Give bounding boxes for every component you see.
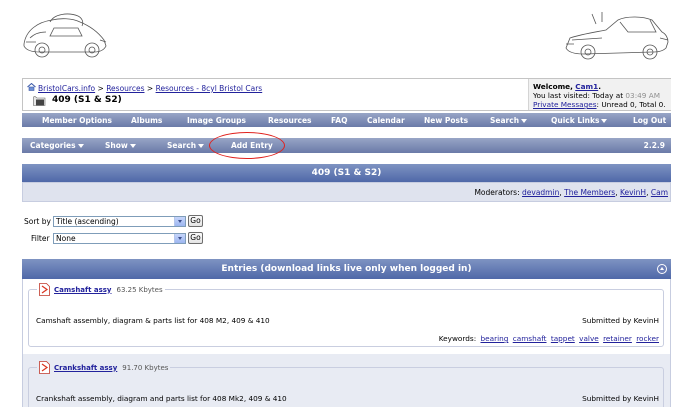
bristol-car-logo-right <box>565 12 669 60</box>
breadcrumb-panel: BristolCars.info > Resources > Resources… <box>22 78 671 111</box>
entry-description: Crankshaft assembly, diagram and parts l… <box>36 394 287 403</box>
subnav-categories-label: Categories <box>30 141 76 150</box>
moderator-link[interactable]: Cam <box>651 188 668 197</box>
private-messages-link[interactable]: Private Messages <box>533 100 597 109</box>
entry-item: Crankshaft assy 91.70 Kbytes Crankshaft … <box>23 354 670 407</box>
keyword-link[interactable]: bearing <box>481 334 509 343</box>
bristol-car-logo-left <box>23 13 107 58</box>
keyword-link[interactable]: retainer <box>603 334 632 343</box>
entry-keywords: Keywords: bearing camshaft tappet valve … <box>439 334 659 343</box>
keyword-link[interactable]: tappet <box>551 334 575 343</box>
resource-subnav: Categories Show Search Add Entry 2.2.9 <box>22 138 671 153</box>
nav-quick-links-label: Quick Links <box>551 116 600 125</box>
filter-label: Filter <box>31 234 50 243</box>
add-entry-button[interactable]: Add Entry <box>231 141 273 150</box>
nav-albums[interactable]: Albums <box>131 116 162 125</box>
moderators-label: Moderators: <box>474 188 520 197</box>
version-label: 2.2.9 <box>643 141 665 150</box>
entry-name-link[interactable]: Crankshaft assy <box>54 364 117 372</box>
subnav-search-label: Search <box>167 141 197 150</box>
keywords-label: Keywords: <box>438 334 477 343</box>
sort-go-button[interactable]: Go <box>188 215 203 227</box>
keyword-link[interactable]: camshaft <box>513 334 547 343</box>
pdf-file-icon <box>39 361 50 374</box>
filter-select-value: None <box>56 234 76 243</box>
breadcrumb-link-resources[interactable]: Resources <box>106 84 144 93</box>
page-title: 409 (S1 & S2) <box>52 95 122 105</box>
entry-box: Camshaft assy 63.25 Kbytes Camshaft asse… <box>28 283 664 347</box>
folder-icon <box>33 96 46 106</box>
chevron-down-icon <box>198 144 205 148</box>
filter-select[interactable]: None <box>53 233 186 244</box>
entry-description: Camshaft assembly, diagram & parts list … <box>36 316 270 325</box>
entry-legend: Camshaft assy 63.25 Kbytes <box>37 283 165 296</box>
entry-submitted-by: Submitted by KevinH <box>582 394 659 403</box>
entry-size: 63.25 Kbytes <box>116 285 163 294</box>
keyword-link[interactable]: valve <box>579 334 599 343</box>
pm-status: : Unread 0, Total 0. <box>596 100 666 109</box>
breadcrumb: BristolCars.info > Resources > Resources… <box>38 84 262 93</box>
pdf-file-icon <box>39 283 50 296</box>
moderators-bar: Moderators: devadmin, The Members, Kevin… <box>22 182 671 202</box>
breadcrumb-separator: > <box>146 84 154 93</box>
breadcrumb-link-home[interactable]: BristolCars.info <box>38 84 95 93</box>
nav-image-groups[interactable]: Image Groups <box>187 116 246 125</box>
last-visited-time: 03:49 AM <box>625 91 661 100</box>
nav-faq[interactable]: FAQ <box>331 116 347 125</box>
breadcrumb-link-category[interactable]: Resources - 8cyl Bristol Cars <box>156 84 263 93</box>
category-title: 409 (S1 & S2) <box>22 164 671 182</box>
username-link[interactable]: Cam1 <box>575 82 598 91</box>
moderator-link[interactable]: devadmin <box>522 188 559 197</box>
entries-header-title: Entries (download links live only when l… <box>221 264 472 274</box>
entry-submitted-by: Submitted by KevinH <box>582 316 659 325</box>
subnav-categories[interactable]: Categories <box>30 141 84 150</box>
chevron-down-icon <box>521 119 528 123</box>
subnav-search[interactable]: Search <box>167 141 205 150</box>
entries-list: Camshaft assy 63.25 Kbytes Camshaft asse… <box>22 279 671 407</box>
nav-resources[interactable]: Resources <box>268 116 312 125</box>
nav-new-posts[interactable]: New Posts <box>424 116 468 125</box>
chevron-down-icon <box>174 234 185 243</box>
entry-legend: Crankshaft assy 91.70 Kbytes <box>37 361 171 374</box>
welcome-suffix: . <box>598 82 601 91</box>
collapse-icon[interactable] <box>657 264 667 274</box>
keyword-link[interactable]: rocker <box>636 334 659 343</box>
chevron-down-icon <box>174 217 185 226</box>
sort-select[interactable]: Title (ascending) <box>53 216 186 227</box>
nav-search-label: Search <box>490 116 520 125</box>
entry-box: Crankshaft assy 91.70 Kbytes Crankshaft … <box>28 361 664 407</box>
chevron-down-icon <box>77 144 84 148</box>
moderator-link[interactable]: The Members <box>564 188 615 197</box>
entry-name-link[interactable]: Camshaft assy <box>54 286 111 294</box>
home-icon <box>27 83 36 91</box>
subnav-show[interactable]: Show <box>105 141 136 150</box>
nav-log-out[interactable]: Log Out <box>633 116 666 125</box>
filter-go-button[interactable]: Go <box>188 232 203 244</box>
nav-search[interactable]: Search <box>490 116 528 125</box>
nav-member-options[interactable]: Member Options <box>42 116 112 125</box>
entry-item: Camshaft assy 63.25 Kbytes Camshaft asse… <box>23 279 670 354</box>
sort-label: Sort by <box>24 217 51 226</box>
nav-calendar[interactable]: Calendar <box>367 116 405 125</box>
last-visited-label: You last visited: Today at <box>533 91 624 100</box>
main-navbar: Member Options Albums Image Groups Resou… <box>22 113 671 127</box>
nav-quick-links[interactable]: Quick Links <box>551 116 608 125</box>
breadcrumb-separator: > <box>97 84 104 93</box>
entries-header: Entries (download links live only when l… <box>22 259 671 279</box>
subnav-show-label: Show <box>105 141 128 150</box>
welcome-box: Welcome, Cam1. You last visited: Today a… <box>528 79 671 110</box>
entry-size: 91.70 Kbytes <box>122 363 169 372</box>
sort-select-value: Title (ascending) <box>56 217 119 226</box>
welcome-prefix: Welcome, <box>533 82 573 91</box>
chevron-down-icon <box>601 119 608 123</box>
moderator-link[interactable]: KevinH <box>620 188 646 197</box>
chevron-down-icon <box>129 144 136 148</box>
